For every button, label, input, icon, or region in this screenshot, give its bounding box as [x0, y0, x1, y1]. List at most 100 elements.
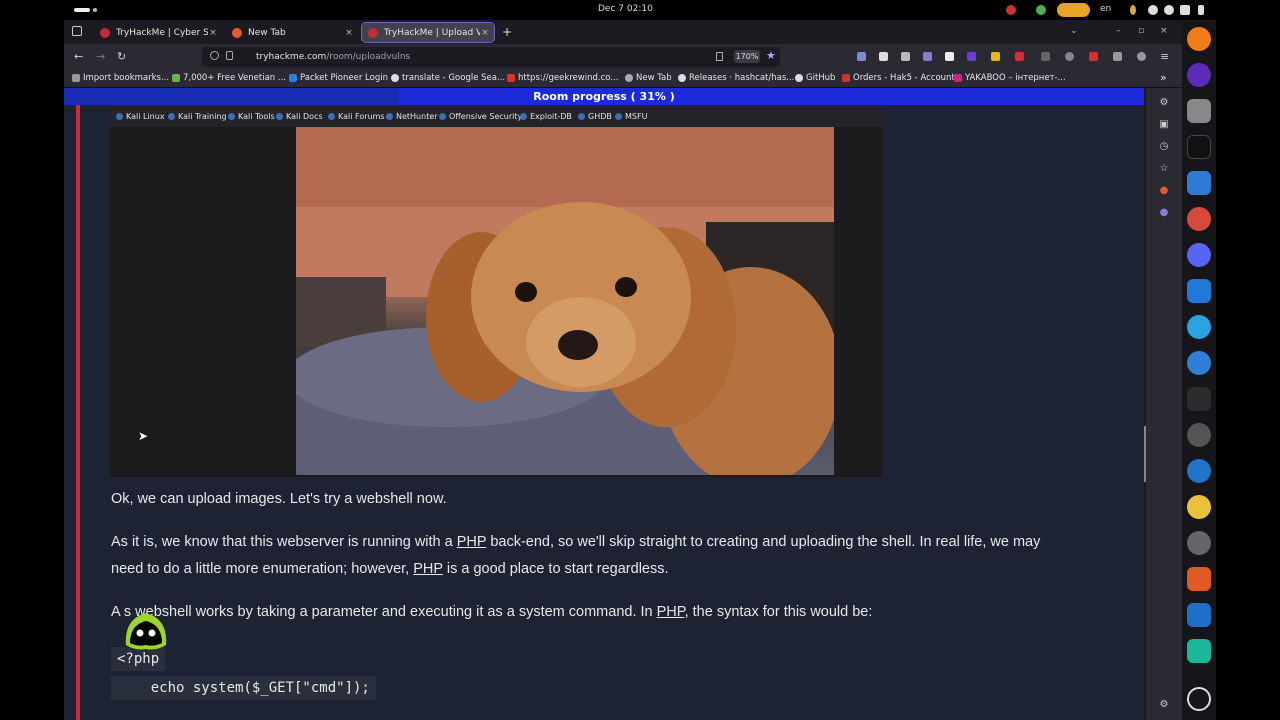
firefox-icon[interactable] [1187, 27, 1211, 51]
php-link[interactable]: PHP [657, 604, 685, 620]
bookmark-item[interactable]: YAKABOO – інтернет-... [954, 73, 1066, 83]
zoom-level-badge[interactable]: 170% [734, 50, 760, 63]
tray-icon-2[interactable] [1036, 5, 1046, 15]
sidebar-customize-icon[interactable]: ⚙ [1159, 700, 1169, 710]
bookmark-item[interactable]: 7,000+ Free Venetian ... [172, 73, 286, 83]
bookmark-item[interactable]: GitHub [795, 73, 835, 83]
tradingview-icon[interactable] [1187, 135, 1211, 159]
sidebar-settings-icon[interactable]: ⚙ [1159, 98, 1169, 108]
bookmark-item[interactable]: translate - Google Sea... [391, 73, 505, 83]
show-apps-icon[interactable] [1187, 687, 1211, 711]
terminal-icon[interactable] [1187, 387, 1211, 411]
bookmark-item[interactable]: Releases · hashcat/has... [678, 73, 794, 83]
tab-tryhackme-cyber[interactable]: TryHackMe | Cyber Securi × [94, 23, 222, 42]
rhythmbox-icon[interactable] [1187, 495, 1211, 519]
reload-button[interactable]: ↻ [117, 50, 126, 63]
gimp-icon[interactable] [1187, 423, 1211, 447]
extension-icon-5[interactable] [1015, 52, 1024, 61]
bookmark-star-icon[interactable]: ★ [766, 49, 776, 62]
new-tab-button[interactable]: + [502, 25, 512, 39]
extension-icon-2[interactable] [945, 52, 954, 61]
php-link[interactable]: PHP [413, 561, 443, 577]
tab-overview-icon[interactable] [72, 26, 82, 36]
bookmark-favicon-icon [678, 74, 686, 82]
clock-app-icon[interactable] [1187, 531, 1211, 555]
downloads-icon[interactable] [857, 52, 866, 61]
wireshark-icon[interactable] [1187, 603, 1211, 627]
extension-icon-8[interactable] [1089, 52, 1098, 61]
sidebar-bookmarks-icon[interactable]: ☆ [1159, 164, 1169, 174]
discord-icon[interactable] [1187, 243, 1211, 267]
app-center-icon[interactable] [1187, 567, 1211, 591]
bookmark-item[interactable]: Packet Pioneer Login [289, 73, 388, 83]
extension-icon-1[interactable] [923, 52, 932, 61]
browser-app-icon[interactable] [1187, 63, 1211, 87]
tab-close-icon[interactable]: × [344, 28, 354, 38]
tab-close-icon[interactable]: × [480, 28, 490, 38]
telegram-icon[interactable] [1187, 315, 1211, 339]
extension-icon-4[interactable] [991, 52, 1000, 61]
dog-photo [296, 127, 834, 475]
extension-icon-9[interactable] [1113, 52, 1122, 61]
paragraph-text: is a good place to start regardless. [442, 561, 669, 577]
wifi-icon[interactable] [1164, 5, 1174, 15]
tab-close-icon[interactable]: × [208, 28, 218, 38]
power-icon[interactable] [1198, 5, 1204, 15]
paragraph-text: webshell works by taking a parameter and… [131, 604, 657, 620]
app-icon-green[interactable] [1187, 639, 1211, 663]
inner-bookmark-label: Kali Docs [286, 111, 323, 121]
ghdb-icon [578, 112, 585, 120]
account-icon[interactable] [1137, 52, 1146, 61]
tab-new-tab[interactable]: New Tab × [226, 23, 358, 42]
brightness-icon[interactable] [1148, 5, 1158, 15]
close-window-button[interactable]: × [1160, 26, 1168, 36]
php-link[interactable]: PHP [457, 534, 487, 550]
tryhackme-mascot-icon[interactable] [118, 605, 174, 655]
bookmark-item[interactable]: https://geekrewind.co... [507, 73, 618, 83]
vscode-icon[interactable] [1187, 279, 1211, 303]
extension-icon-6[interactable] [1041, 52, 1050, 61]
volume-icon[interactable] [1180, 5, 1190, 15]
recording-indicator[interactable] [1057, 3, 1090, 17]
bookmark-item[interactable]: New Tab [625, 73, 672, 83]
system-clock[interactable]: Dec 7 02:10 [598, 4, 653, 14]
extension-icon-7[interactable] [1065, 52, 1074, 61]
sidebar-tabs-icon[interactable]: ▣ [1159, 120, 1169, 130]
page-scrollbar-thumb[interactable] [1144, 426, 1146, 482]
task-accent-bar [76, 105, 80, 720]
forward-button[interactable]: → [96, 50, 105, 63]
minimize-button[interactable]: – [1116, 26, 1121, 36]
keyboard-language[interactable]: en [1100, 4, 1111, 14]
app-icon-colorful[interactable] [1187, 207, 1211, 231]
inner-bookmark: Kali Tools [228, 110, 275, 122]
bookmark-item[interactable]: Import bookmarks... [72, 73, 169, 83]
tray-icon-1[interactable] [1006, 5, 1016, 15]
extension-icon-3[interactable] [967, 52, 976, 61]
tab-upload-vulns[interactable]: TryHackMe | Upload Vuln × [361, 22, 495, 43]
more-bookmarks-chevron-icon[interactable]: » [1160, 71, 1167, 84]
tray-icon-3[interactable] [1130, 5, 1136, 15]
tryhackme-favicon-icon [368, 27, 378, 38]
sidebar-extension-icon[interactable]: ● [1159, 186, 1169, 196]
menu-icon[interactable]: ≡ [1160, 50, 1169, 63]
files-icon[interactable] [1187, 99, 1211, 123]
sidebar-extension-icon[interactable]: ● [1159, 208, 1169, 218]
lock-icon[interactable] [226, 51, 233, 60]
extension-puzzle-icon[interactable] [901, 52, 910, 61]
bookmark-item[interactable]: Orders - Hak5 - Account [842, 73, 955, 83]
help-icon[interactable] [1187, 351, 1211, 375]
extension-m-icon[interactable] [879, 52, 888, 61]
maximize-button[interactable]: ▫ [1138, 26, 1144, 36]
kali-icon [328, 112, 335, 120]
url-text[interactable]: tryhackme.com/room/uploadvulns [256, 52, 410, 62]
back-button[interactable]: ← [74, 50, 83, 63]
shield-icon[interactable] [210, 51, 219, 60]
sidebar-history-icon[interactable]: ◷ [1159, 142, 1169, 152]
workspace-dot[interactable] [93, 8, 97, 12]
reader-view-icon[interactable] [716, 52, 723, 61]
workspace-indicator[interactable] [74, 8, 90, 12]
address-bar[interactable]: tryhackme.com/room/uploadvulns 170% ★ [202, 47, 780, 67]
thunderbird-icon[interactable] [1187, 459, 1211, 483]
list-tabs-chevron-down-icon[interactable]: ⌄ [1070, 26, 1078, 36]
writer-icon[interactable] [1187, 171, 1211, 195]
